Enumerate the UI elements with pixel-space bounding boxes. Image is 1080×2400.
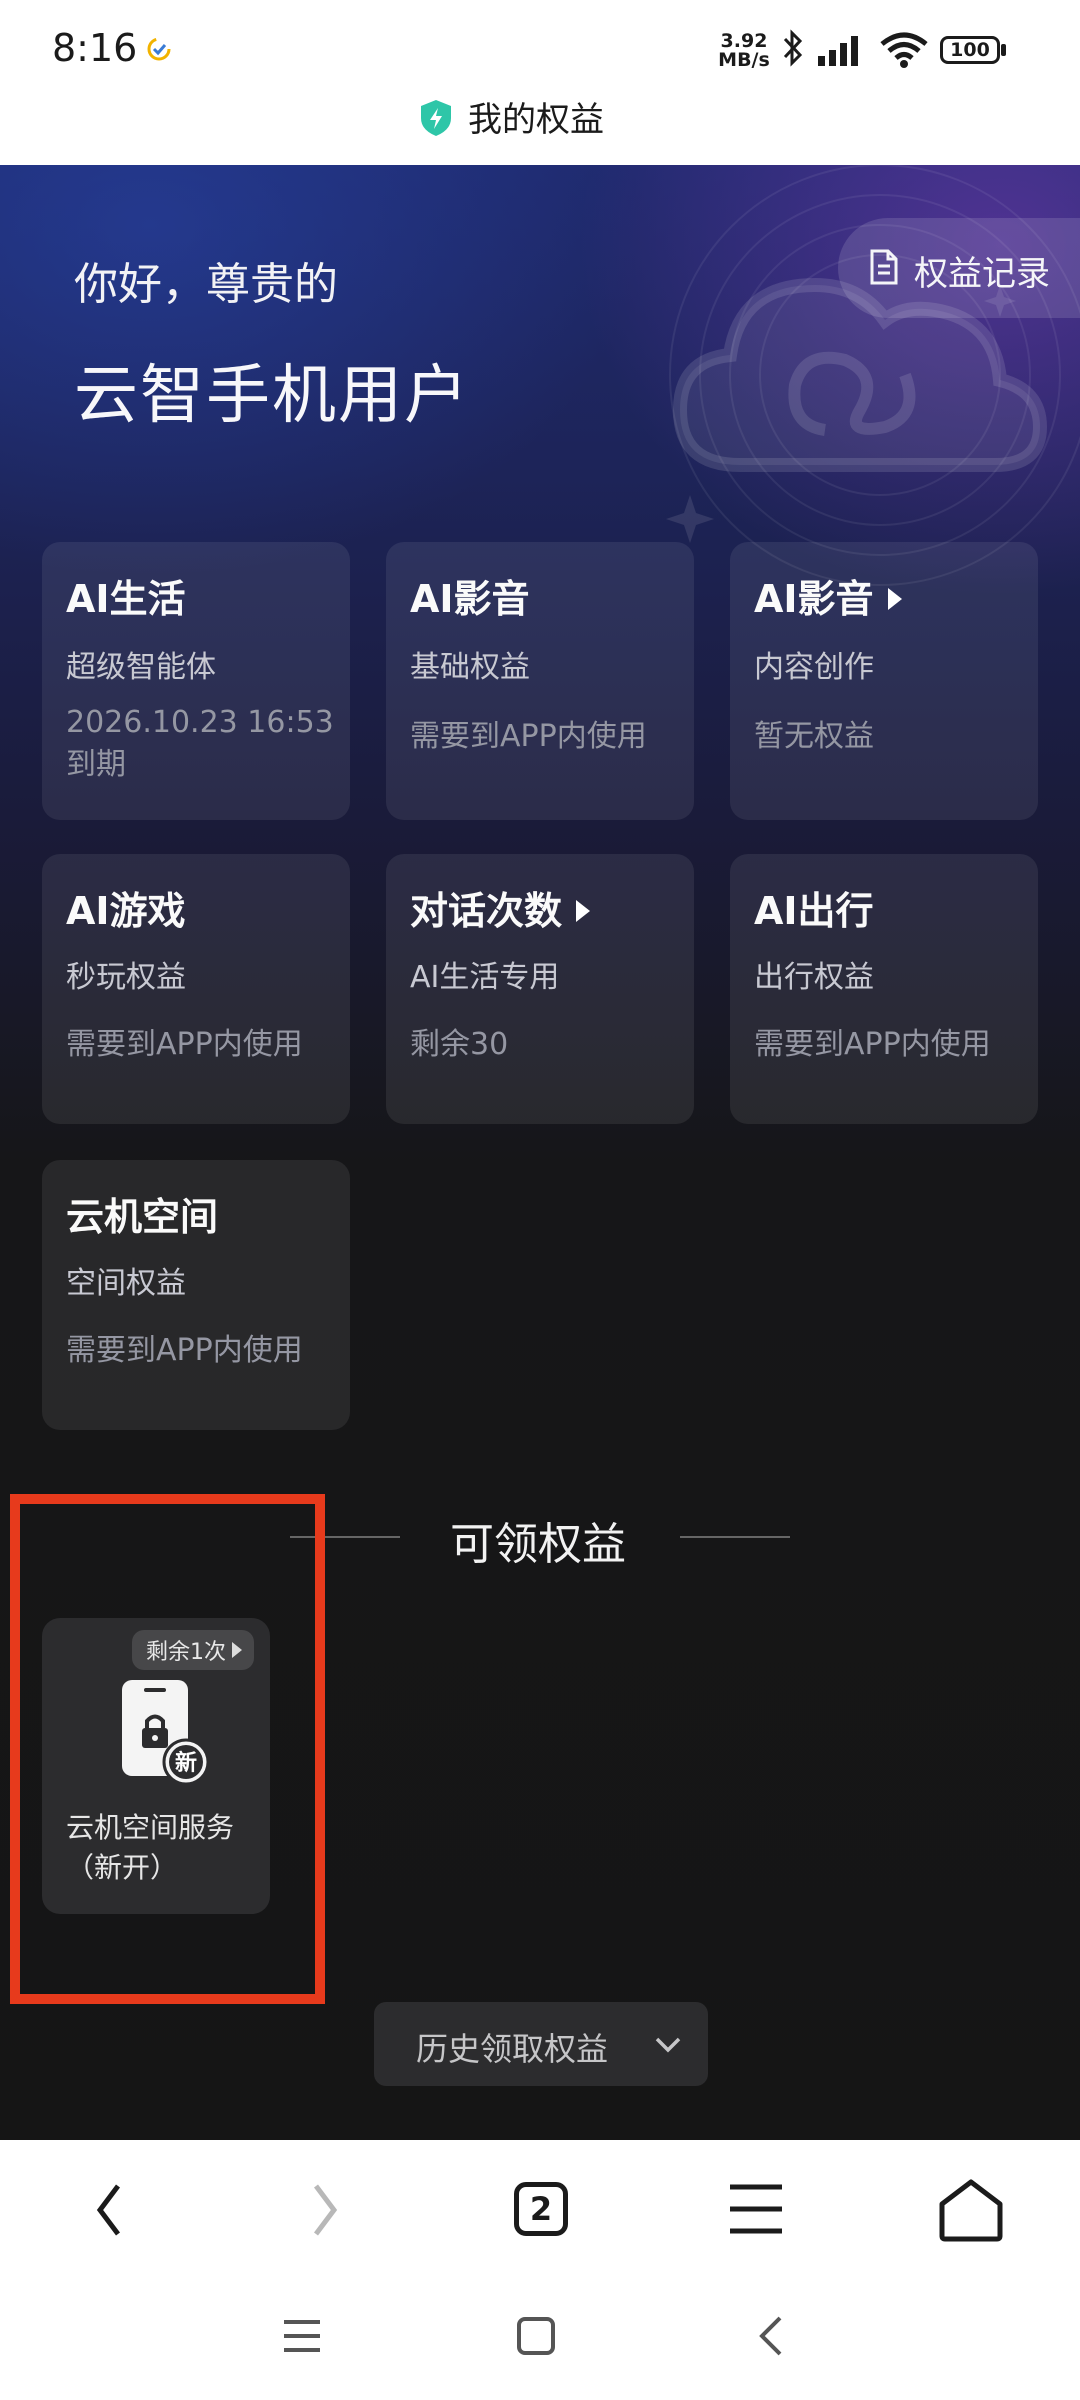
history-claimed-label: 历史领取权益 bbox=[416, 2030, 609, 2068]
sync-check-icon bbox=[147, 37, 171, 61]
benefit-card-ai-life[interactable]: AI生活 超级智能体 2026.10.23 16:53 到期 bbox=[42, 542, 350, 820]
benefit-card-ai-game[interactable]: AI游戏 秒玩权益 需要到APP内使用 bbox=[42, 854, 350, 1124]
highlight-annotation-box bbox=[10, 1494, 325, 2004]
card-subtitle: 空间权益 bbox=[66, 1266, 186, 1301]
recent-apps-icon[interactable] bbox=[282, 2318, 322, 2354]
card-subtitle: 出行权益 bbox=[754, 960, 874, 995]
card-status: 2026.10.23 16:53 到期 bbox=[66, 705, 334, 782]
page-title: 我的权益 bbox=[468, 100, 604, 140]
wifi-icon bbox=[880, 32, 928, 68]
back-arrow-icon[interactable] bbox=[94, 2182, 124, 2238]
card-subtitle: 基础权益 bbox=[410, 650, 530, 685]
card-title: AI影音 bbox=[754, 568, 902, 623]
card-title: AI生活 bbox=[66, 577, 186, 621]
card-subtitle: AI生活专用 bbox=[410, 960, 560, 995]
battery-icon: 100 bbox=[940, 36, 1000, 64]
claimable-section-title: 可领权益 bbox=[450, 1519, 626, 1570]
card-title: AI影音 bbox=[410, 577, 530, 621]
benefit-card-cloud-space[interactable]: 云机空间 空间权益 需要到APP内使用 bbox=[42, 1160, 350, 1430]
system-back-icon[interactable] bbox=[756, 2314, 786, 2358]
benefit-card-ai-travel[interactable]: AI出行 出行权益 需要到APP内使用 bbox=[730, 854, 1038, 1124]
signal-icon bbox=[818, 36, 858, 66]
menu-icon[interactable] bbox=[728, 2182, 784, 2236]
section-divider-right bbox=[680, 1536, 790, 1538]
card-status: 剩余30 bbox=[410, 1027, 509, 1062]
card-status: 需要到APP内使用 bbox=[66, 1027, 303, 1062]
card-subtitle: 超级智能体 bbox=[66, 650, 216, 685]
tabs-count-button[interactable]: 2 bbox=[514, 2182, 568, 2236]
card-status: 需要到APP内使用 bbox=[410, 719, 647, 754]
card-subtitle: 内容创作 bbox=[754, 650, 874, 685]
system-home-icon[interactable] bbox=[516, 2316, 556, 2356]
network-speed: 3.92 MB/s bbox=[718, 30, 770, 71]
status-time: 8:16 bbox=[52, 26, 138, 70]
card-status: 需要到APP内使用 bbox=[754, 1027, 991, 1062]
arrow-right-icon bbox=[576, 899, 591, 922]
arrow-right-icon bbox=[887, 587, 902, 610]
shield-bolt-icon bbox=[421, 100, 451, 136]
card-title: AI出行 bbox=[754, 889, 874, 933]
chevron-down-icon bbox=[655, 2037, 681, 2053]
card-title: 云机空间 bbox=[66, 1195, 219, 1239]
benefit-records-label: 权益记录 bbox=[914, 254, 1050, 294]
card-title: AI游戏 bbox=[66, 889, 186, 933]
greeting-line-1: 你好，尊贵的 bbox=[74, 259, 338, 310]
benefit-card-ai-media-basic[interactable]: AI影音 基础权益 需要到APP内使用 bbox=[386, 542, 694, 820]
battery-cap bbox=[1001, 44, 1006, 56]
benefit-card-ai-media-creation[interactable]: AI影音 内容创作 暂无权益 bbox=[730, 542, 1038, 820]
bluetooth-icon bbox=[783, 29, 803, 67]
card-title: 对话次数 bbox=[410, 880, 591, 935]
card-status: 需要到APP内使用 bbox=[66, 1333, 303, 1368]
card-status: 暂无权益 bbox=[754, 719, 874, 754]
greeting-user-type: 云智手机用户 bbox=[74, 359, 470, 433]
forward-arrow-icon[interactable] bbox=[310, 2182, 340, 2238]
document-icon bbox=[870, 249, 898, 285]
home-icon[interactable] bbox=[938, 2178, 1004, 2242]
card-subtitle: 秒玩权益 bbox=[66, 960, 186, 995]
benefit-card-dialog-count[interactable]: 对话次数 AI生活专用 剩余30 bbox=[386, 854, 694, 1124]
